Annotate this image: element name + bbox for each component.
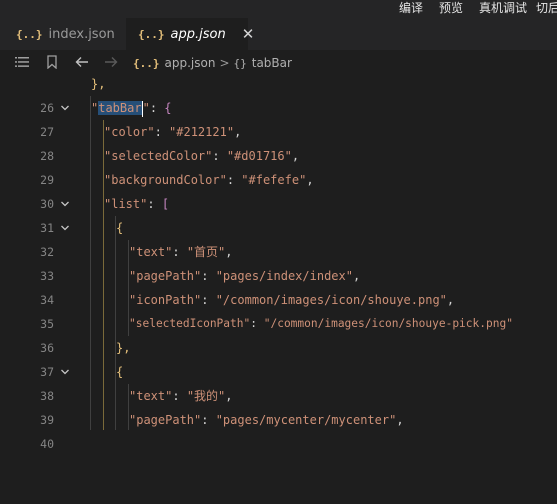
code-text: "pagePath": "pages/mycenter/mycenter", (129, 413, 404, 427)
json-file-icon: {..} (133, 56, 160, 70)
code-line: 32 { (0, 216, 557, 259)
code-line: 28 "color": "#212121", (0, 120, 557, 163)
breadcrumb-separator: > (219, 56, 230, 70)
tab-label: app.json (170, 26, 226, 42)
code-text: "pagePath": "pages/index/index", (129, 269, 361, 283)
code-line: 34 "pagePath": "pages/index/index", (0, 264, 557, 307)
bookmark-icon[interactable] (47, 55, 57, 72)
code-text: "tabBar": { (91, 100, 172, 117)
list-icon[interactable] (15, 56, 29, 71)
code-line: 38 { (0, 360, 557, 403)
code-text: "text": "我的", (129, 389, 233, 403)
menu-real-device-debug[interactable]: 真机调试 (479, 0, 527, 16)
menu-compile[interactable]: 编译 (399, 0, 423, 16)
json-file-icon: {..} (138, 27, 165, 41)
editor-tab-bar: {..} index.json {..} app.json ✕ (0, 18, 557, 50)
top-menu-bar: 编译 预览 真机调试 切后 (0, 0, 557, 18)
object-symbol-icon: {} (233, 56, 247, 70)
tab-index-json[interactable]: {..} index.json (0, 18, 126, 50)
menu-switch[interactable]: 切后 (536, 0, 557, 16)
code-text: "list": [ (104, 197, 170, 211)
code-line: 39 "text": "我的", (0, 384, 557, 427)
code-line: 26 }, (40, 77, 106, 115)
breadcrumb-symbol[interactable]: tabBar (252, 56, 292, 70)
code-line: 36 "selectedIconPath": "/common/images/i… (0, 312, 557, 355)
tab-label: index.json (48, 26, 115, 42)
tab-app-json[interactable]: {..} app.json ✕ (126, 18, 254, 50)
code-line: 35 "iconPath": "/common/images/icon/shou… (0, 288, 557, 331)
menu-preview[interactable]: 预览 (439, 0, 463, 16)
code-line: 33 "text": "首页", (0, 240, 557, 283)
close-icon[interactable]: ✕ (242, 25, 255, 43)
breadcrumb-file[interactable]: app.json (165, 56, 216, 70)
code-editor[interactable]: 26 }, 27 "tabBar": { 28 "color": "#21212… (0, 72, 557, 451)
code-text: "backgroundColor": "#fefefe", (104, 173, 314, 187)
code-text: "color": "#212121", (104, 125, 242, 139)
code-line: 30 "backgroundColor": "#fefefe", (0, 168, 557, 211)
code-line: 40 "pagePath": "pages/mycenter/mycenter"… (0, 408, 557, 451)
code-line: 27 "tabBar": { (0, 96, 557, 139)
code-line: 31 "list": [ (0, 192, 557, 235)
code-text: "selectedColor": "#d01716", (104, 149, 300, 163)
code-text: "selectedIconPath": "/common/images/icon… (129, 317, 513, 330)
code-text: "iconPath": "/common/images/icon/shouye.… (129, 293, 455, 307)
json-file-icon: {..} (16, 27, 43, 41)
back-arrow-icon[interactable] (75, 56, 89, 71)
forward-arrow-icon[interactable] (104, 56, 118, 71)
code-line: 29 "selectedColor": "#d01716", (0, 144, 557, 187)
code-line: 37 }, (40, 341, 131, 379)
code-text: "text": "首页", (129, 245, 233, 259)
